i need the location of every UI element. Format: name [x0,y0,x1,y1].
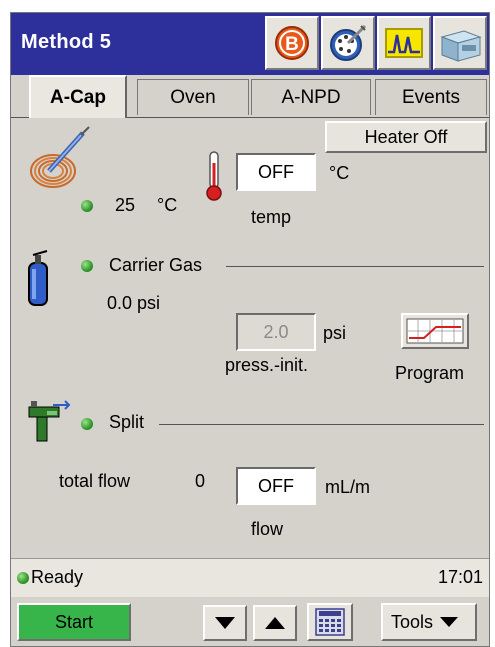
flow-caption: flow [251,519,284,539]
arrow-up-icon [265,617,285,629]
tools-label: Tools [391,611,434,632]
total-flow-value: 0 [195,471,206,491]
tab-oven[interactable]: Oven [137,79,249,115]
heater-actual-unit: °C [157,195,178,215]
gas-cylinder-icon [28,250,48,306]
carrier-actual-pressure: 0.0 psi [107,293,161,313]
instrument-icon [440,30,482,62]
window-title: Method 5 [21,31,112,53]
tools-menu-button[interactable]: Tools [381,603,477,641]
app-window: Method 5 B A-Cap Oven A-NPD Events Heate… [10,12,490,647]
flow-unit: mL/m [325,477,370,497]
thermometer-icon [206,151,222,201]
dial-tool-icon [330,24,367,61]
ramp-program-icon [406,318,464,344]
heater-status-dot [81,200,93,212]
arrow-down-icon [215,617,235,629]
status-text: Ready [31,567,84,587]
start-button[interactable]: Start [17,603,131,641]
column-coil-icon [30,126,90,188]
split-divider [159,424,484,425]
split-label: Split [109,412,145,432]
chromatogram-icon [385,28,423,58]
b-badge-letter: B [285,34,299,55]
bottom-toolbar: Start Tools [11,597,489,646]
temp-caption: temp [251,207,292,227]
instrument-button[interactable] [433,16,487,70]
b-badge-icon: B [275,26,309,60]
status-bar: Ready 17:01 [11,558,489,598]
carrier-init-caption: press.-init. [225,355,309,375]
dial-tool-button[interactable] [321,16,375,70]
tab-events[interactable]: Events [375,79,487,115]
scroll-down-button[interactable] [203,605,247,641]
carrier-gas-label: Carrier Gas [109,255,203,275]
b-badge-button[interactable]: B [265,16,319,70]
chromatogram-button[interactable] [377,16,431,70]
split-status-dot [81,418,93,430]
ready-status-dot [17,572,29,584]
carrier-divider [226,266,484,267]
temp-setpoint-field[interactable]: OFF [236,153,316,191]
carrier-init-pressure-unit: psi [323,323,347,343]
tab-a-npd[interactable]: A-NPD [251,79,371,115]
keypad-button[interactable] [307,603,353,641]
heater-actual-temp: 25 [115,195,136,215]
flow-setpoint-field[interactable]: OFF [236,467,316,505]
carrier-init-pressure-field[interactable]: 2.0 [236,313,316,351]
scroll-up-button[interactable] [253,605,297,641]
heater-off-button[interactable]: Heater Off [325,121,487,153]
tab-a-cap[interactable]: A-Cap [29,75,127,118]
total-flow-label: total flow [59,471,131,491]
status-time: 17:01 [437,567,483,587]
split-valve-icon [28,400,71,442]
program-label: Program [395,363,465,383]
keypad-icon [315,608,345,636]
temp-setpoint-unit: °C [329,163,350,183]
carrier-status-dot [81,260,93,272]
chevron-down-icon [440,617,459,627]
program-button[interactable] [401,313,469,349]
title-bar: Method 5 B [11,13,489,75]
